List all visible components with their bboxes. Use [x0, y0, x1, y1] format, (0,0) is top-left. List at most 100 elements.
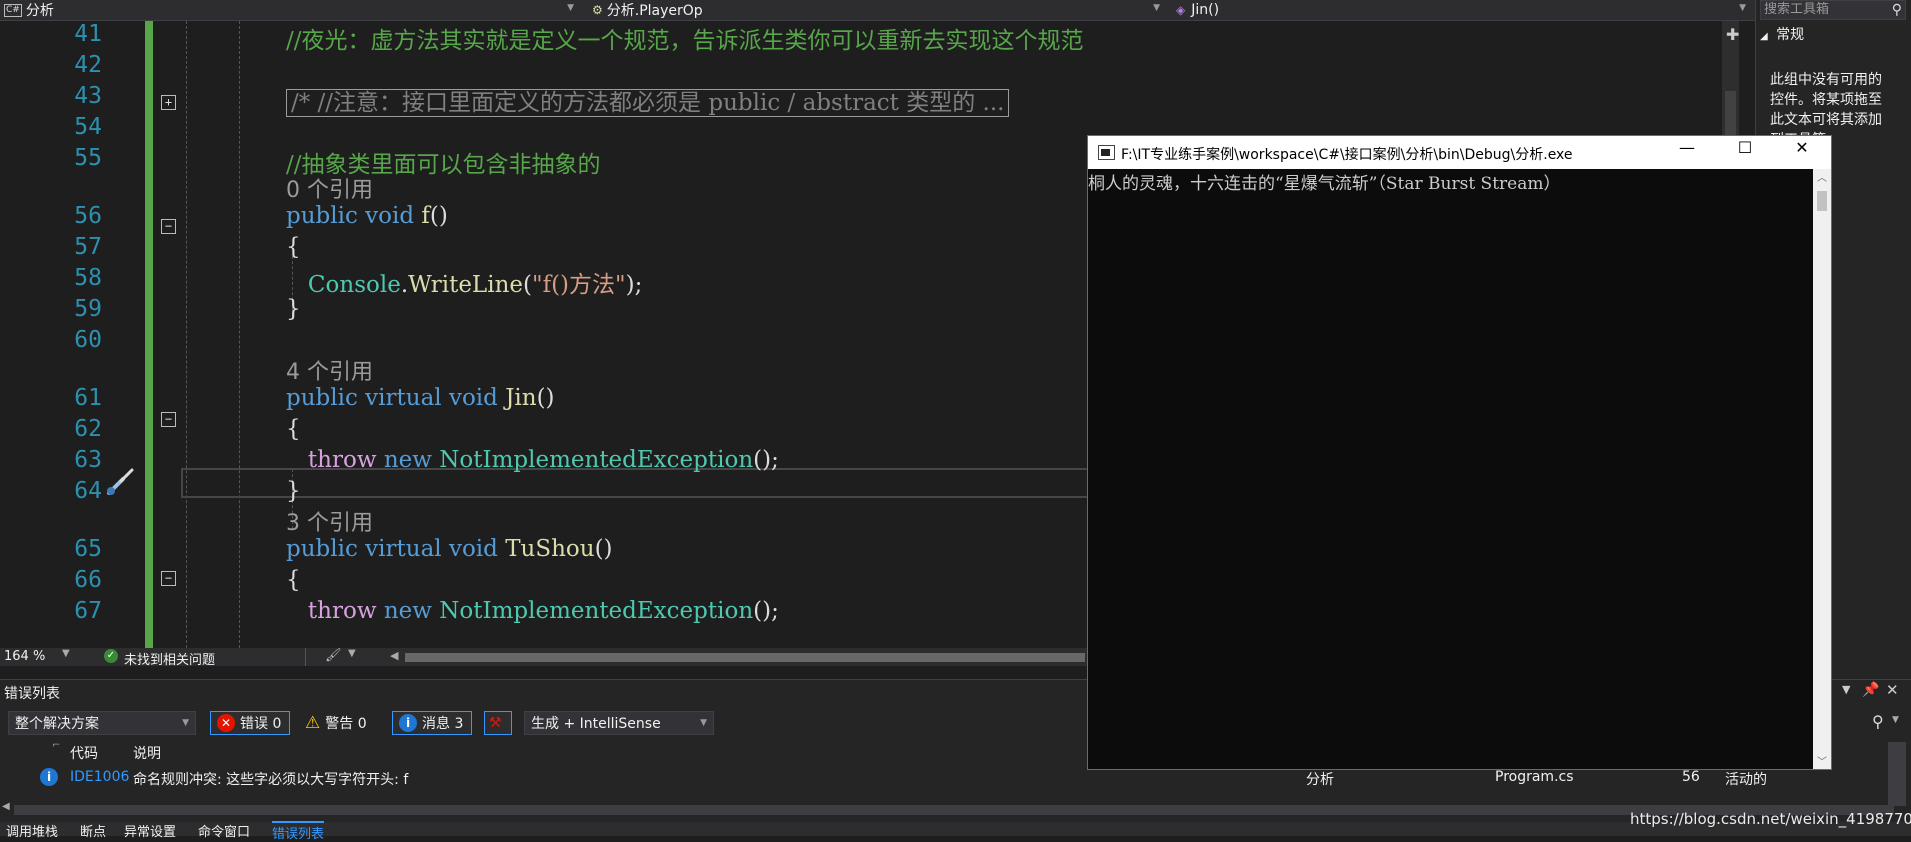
scroll-down-icon[interactable]: ﹀ — [1817, 753, 1827, 768]
code-token: { — [286, 567, 301, 593]
warnings-count: 警告 0 — [325, 716, 367, 732]
code-line: { — [286, 416, 301, 442]
collapse-icon[interactable]: − — [161, 571, 176, 586]
tab-breakpoints[interactable]: 断点 — [80, 821, 106, 840]
code-token: virtual — [365, 536, 449, 562]
code-token: void — [448, 385, 506, 411]
dropdown-icon[interactable]: ▼ — [1842, 683, 1850, 696]
issues-status[interactable]: 未找到相关问题 — [124, 649, 215, 668]
sort-icon[interactable]: ⌐ — [52, 740, 60, 751]
toolbox-group-general[interactable]: ◢ 常规 — [1760, 24, 1804, 44]
screwdriver-icon[interactable] — [103, 465, 137, 499]
error-list-vertical-scrollbar[interactable] — [1888, 742, 1906, 806]
code-token: throw — [286, 447, 384, 473]
pin-icon[interactable]: 📌 — [1862, 682, 1879, 698]
console-title-bar[interactable]: F:\IT专业练手案例\workspace\C#\接口案例\分析\bin\Deb… — [1088, 136, 1831, 169]
csharp-project-icon: C# — [4, 3, 22, 17]
code-token: void — [365, 203, 422, 229]
scope-dropdown[interactable]: 整个解决方案 ▼ — [8, 711, 196, 735]
column-header-description[interactable]: 说明 — [133, 743, 161, 763]
console-scrollbar[interactable]: ︿ ﹀ — [1813, 169, 1831, 769]
line-number: 63 — [74, 447, 102, 473]
type-combo[interactable]: ⚙ 分析.PlayerOp ▼ — [584, 0, 1164, 20]
collapse-icon[interactable]: − — [161, 412, 176, 427]
class-icon: ⚙ — [592, 3, 603, 17]
scroll-left-icon[interactable]: ◀ — [390, 649, 398, 662]
project-combo-label: 分析 — [25, 3, 54, 19]
console-window[interactable]: F:\IT专业练手案例\workspace\C#\接口案例\分析\bin\Deb… — [1087, 135, 1832, 770]
editor-horizontal-scroll-thumb[interactable] — [405, 653, 1085, 662]
search-icon[interactable]: ⚲ — [1892, 1, 1902, 19]
maximize-button[interactable]: ☐ — [1725, 138, 1765, 157]
close-icon[interactable]: ✕ — [1886, 681, 1899, 699]
code-token: () — [536, 385, 555, 411]
navigation-bar: C# 分析 ▼ ⚙ 分析.PlayerOp ▼ ◈ Jin() ▼ — [0, 0, 1755, 21]
codelens-reference[interactable]: 0 个引用 — [286, 178, 373, 203]
chevron-down-icon[interactable]: ▼ — [348, 648, 356, 659]
member-combo[interactable]: ◈ Jin() ▼ — [1170, 0, 1750, 20]
search-icon[interactable]: ⚲ — [1872, 712, 1884, 731]
code-line: /* //注意：接口里面定义的方法都必须是 public / abstract … — [286, 83, 1010, 117]
code-token: //夜光：虚方法其实就是定义一个规范，告诉派生类你可以重新去实现这个规范 — [286, 28, 1084, 54]
line-number: 42 — [74, 52, 102, 78]
method-icon: ◈ — [1176, 3, 1186, 17]
code-token: } — [286, 478, 301, 504]
code-line: 4 个引用 — [286, 354, 373, 386]
code-token: new — [383, 447, 440, 473]
error-description: 命名规则冲突: 这些字必须以大写字符开头: f — [133, 772, 409, 788]
filter-icon[interactable]: ⚒ — [484, 711, 512, 735]
indent-guide — [186, 21, 187, 648]
code-token: Console — [286, 272, 401, 298]
close-button[interactable]: ✕ — [1782, 138, 1822, 157]
code-token: throw — [286, 598, 384, 624]
column-header-code[interactable]: 代码 — [70, 743, 98, 763]
error-code-link[interactable]: IDE1006 — [70, 769, 129, 785]
code-line: throw new NotImplementedException(); — [286, 598, 779, 624]
zoom-level[interactable]: 164 % — [4, 649, 45, 664]
toolbox-search-input[interactable]: 搜索工具箱 ⚲ — [1760, 0, 1906, 20]
error-state: 活动的 — [1725, 772, 1767, 788]
tab-exception-settings[interactable]: 异常设置 — [124, 821, 176, 840]
chevron-down-icon[interactable]: ▼ — [62, 648, 70, 659]
warning-icon: ⚠ — [305, 713, 321, 733]
code-line: public virtual void Jin() — [286, 385, 555, 411]
member-combo-label: Jin() — [1191, 2, 1220, 18]
build-filter-dropdown[interactable]: 生成 + IntelliSense ▼ — [524, 711, 714, 735]
errors-filter-button[interactable]: ✕ 错误 0 — [210, 711, 290, 735]
scroll-up-icon[interactable]: ︿ — [1817, 169, 1827, 184]
code-token: ( — [523, 272, 532, 298]
type-combo-label: 分析.PlayerOp — [606, 3, 703, 19]
split-window-icon[interactable]: ✚ — [1726, 25, 1739, 44]
error-project: 分析 — [1306, 772, 1334, 788]
code-token: f — [421, 203, 430, 229]
tab-call-stack[interactable]: 调用堆栈 — [6, 821, 58, 840]
collapse-icon[interactable]: − — [161, 219, 176, 234]
info-icon: i — [40, 768, 58, 786]
toolbox-search-placeholder: 搜索工具箱 — [1764, 2, 1830, 17]
error-list-horizontal-scrollbar[interactable] — [14, 805, 1894, 815]
error-list-title: 错误列表 — [4, 686, 60, 702]
code-token: { — [286, 416, 301, 442]
messages-filter-button[interactable]: i 消息 3 — [392, 711, 472, 735]
brush-icon[interactable]: 🖌 — [325, 648, 342, 663]
code-token: } — [286, 296, 301, 322]
codelens-reference[interactable]: 4 个引用 — [286, 360, 373, 385]
minimize-button[interactable]: — — [1667, 138, 1707, 157]
codelens-reference[interactable]: 3 个引用 — [286, 511, 373, 536]
line-number: 43 — [74, 83, 102, 109]
chevron-down-icon[interactable]: ▼ — [1892, 715, 1899, 725]
console-scroll-thumb[interactable] — [1817, 191, 1827, 211]
tab-error-list[interactable]: 错误列表 — [272, 821, 325, 842]
chevron-down-icon: ▼ — [182, 718, 189, 728]
warnings-filter-button[interactable]: ⚠ 警告 0 — [298, 711, 378, 735]
scroll-left-icon[interactable]: ◀ — [2, 801, 10, 812]
line-number: 64 — [74, 478, 102, 504]
project-combo[interactable]: C# 分析 ▼ — [0, 0, 578, 20]
code-line: public virtual void TuShou() — [286, 536, 613, 562]
code-token[interactable]: /* //注意：接口里面定义的方法都必须是 public / abstract … — [286, 89, 1010, 117]
expand-icon[interactable]: + — [161, 95, 176, 110]
code-line: throw new NotImplementedException(); — [286, 447, 779, 473]
code-token: virtual — [365, 385, 449, 411]
tool-window-tabs: 调用堆栈 断点 异常设置 命令窗口 错误列表 — [0, 821, 1911, 842]
tab-command-window[interactable]: 命令窗口 — [198, 821, 250, 840]
